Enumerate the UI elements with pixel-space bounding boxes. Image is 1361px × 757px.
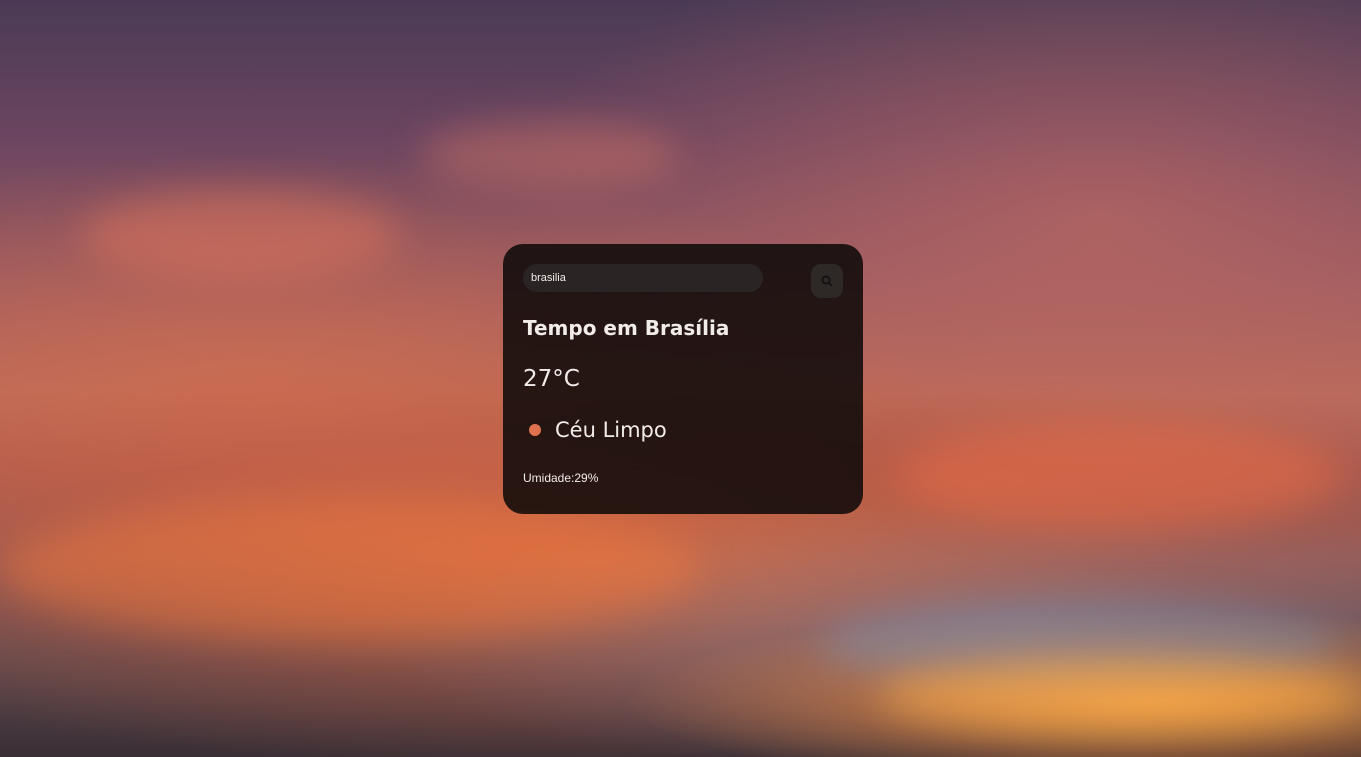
temperature-value: 27°C bbox=[523, 366, 580, 392]
weather-card: Tempo em Brasília 27°C Céu Limpo Umidade… bbox=[503, 244, 863, 514]
clear-sky-dot-icon bbox=[529, 424, 541, 436]
cloud-band bbox=[420, 120, 680, 190]
condition-label: Céu Limpo bbox=[555, 418, 667, 442]
cloud-band bbox=[880, 660, 1360, 730]
search-button[interactable] bbox=[811, 264, 843, 298]
city-search-input[interactable] bbox=[523, 264, 763, 292]
cloud-band bbox=[900, 420, 1340, 530]
humidity-label: Umidade:29% bbox=[523, 471, 599, 485]
cloud-band bbox=[80, 190, 400, 280]
weather-condition: Céu Limpo bbox=[529, 418, 667, 442]
search-icon bbox=[821, 275, 833, 287]
city-title: Tempo em Brasília bbox=[523, 316, 730, 340]
cloud-band bbox=[0, 500, 700, 640]
